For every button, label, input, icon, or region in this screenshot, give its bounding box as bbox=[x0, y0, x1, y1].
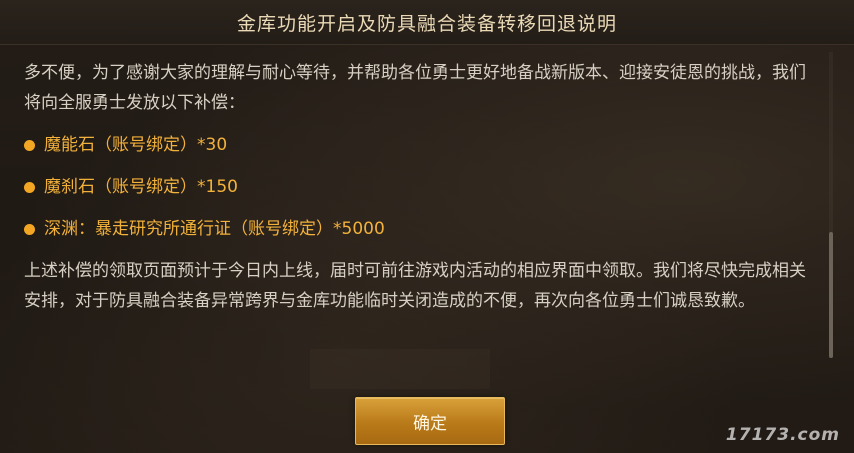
bullet-dot-icon bbox=[24, 139, 35, 151]
announcement-dialog: 金库功能开启及防具融合装备转移回退说明 多不便，为了感谢大家的理解与耐心等待，并… bbox=[0, 0, 854, 453]
dialog-title: 金库功能开启及防具融合装备转移回退说明 bbox=[236, 12, 617, 35]
bullet-dot-icon bbox=[24, 181, 35, 193]
dialog-title-bar: 金库功能开启及防具融合装备转移回退说明 bbox=[0, 0, 854, 45]
reward-item-label: 魔能石（账号绑定）*30 bbox=[44, 135, 228, 155]
reward-item: 魔能石（账号绑定）*30 bbox=[24, 130, 816, 160]
announcement-paragraph-intro: 多不便，为了感谢大家的理解与耐心等待，并帮助各位勇士更好地备战新版本、迎接安徒恩… bbox=[24, 63, 806, 113]
reward-item: 深渊：暴走研究所通行证（账号绑定）*5000 bbox=[24, 214, 816, 244]
announcement-paragraph-closing: 上述补偿的领取页面预计于今日内上线，届时可前往游戏内活动的相应界面中领取。我们将… bbox=[24, 261, 806, 311]
reward-item: 魔刹石（账号绑定）*150 bbox=[24, 172, 816, 202]
cut-off-text-line bbox=[24, 46, 816, 58]
background-ghost-element bbox=[310, 349, 490, 389]
confirm-button-label: 确定 bbox=[413, 413, 447, 434]
site-watermark: 17173.com bbox=[725, 425, 840, 445]
content-scrollbar-thumb[interactable] bbox=[829, 232, 833, 358]
announcement-content[interactable]: 多不便，为了感谢大家的理解与耐心等待，并帮助各位勇士更好地备战新版本、迎接安徒恩… bbox=[24, 46, 816, 364]
reward-item-label: 深渊：暴走研究所通行证（账号绑定）*5000 bbox=[44, 219, 385, 239]
bullet-dot-icon bbox=[24, 223, 35, 235]
reward-item-label: 魔刹石（账号绑定）*150 bbox=[44, 177, 238, 197]
confirm-button[interactable]: 确定 bbox=[355, 397, 505, 445]
